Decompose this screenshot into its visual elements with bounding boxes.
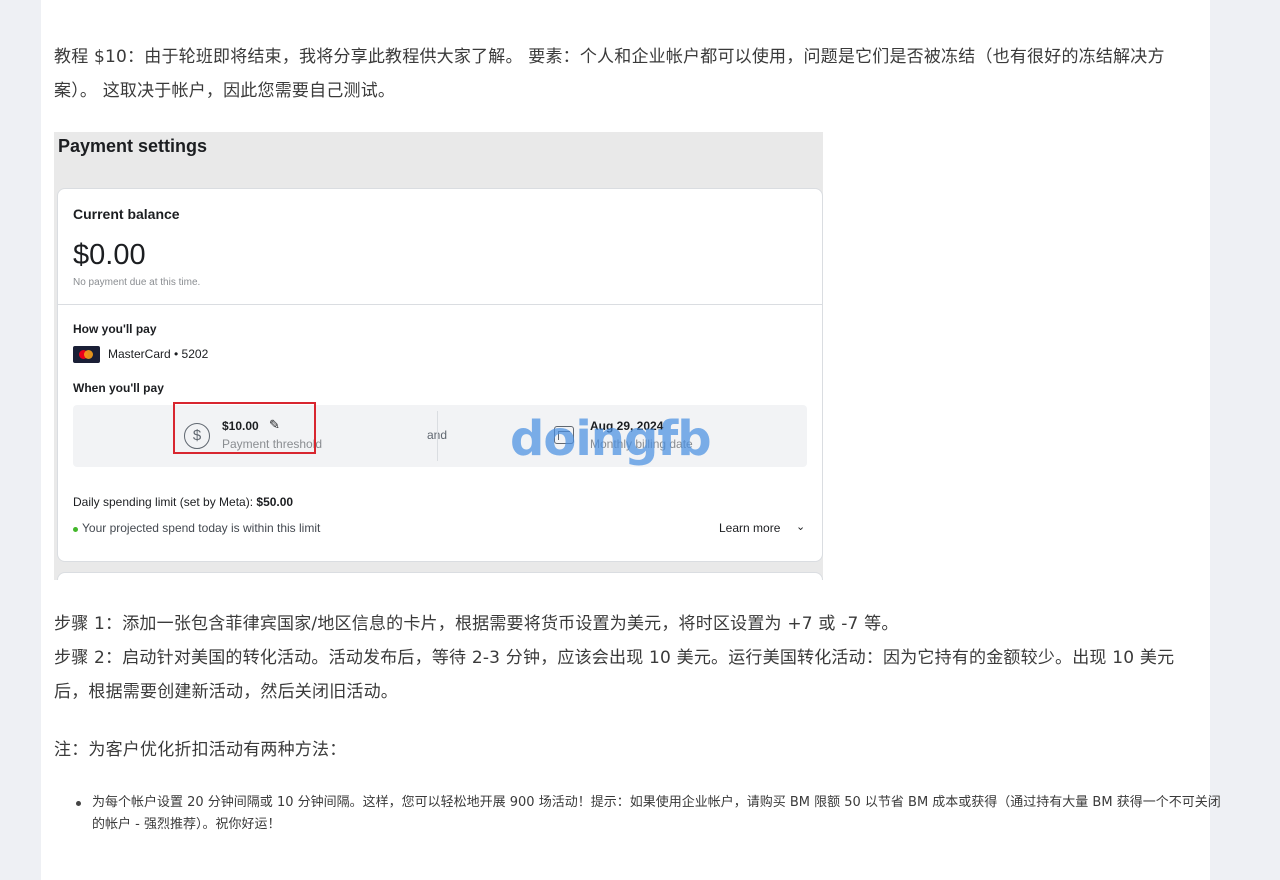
card-name: MasterCard • 5202	[108, 347, 209, 361]
daily-limit: Daily spending limit (set by Meta): $50.…	[73, 495, 293, 509]
step1-paragraph: 步骤 1：添加一张包含菲律宾国家/地区信息的卡片，根据需要将货币设置为美元，将时…	[54, 614, 899, 634]
intro-paragraph: 教程 $10：由于轮班即将结束，我将分享此教程供大家了解。 要素：个人和企业帐户…	[54, 47, 1165, 101]
payment-settings-screenshot: Payment settings Current balance $0.00 N…	[54, 132, 823, 580]
note-paragraph: 注：为客户优化折扣活动有两种方法：	[54, 740, 347, 760]
threshold-highlight-box	[173, 402, 316, 454]
page-title: Payment settings	[58, 136, 208, 156]
chevron-down-icon[interactable]: ⌄	[796, 520, 805, 533]
next-card-peek	[57, 572, 823, 580]
current-balance-label: Current balance	[73, 206, 180, 222]
mastercard-icon	[73, 346, 100, 363]
tips-list: 为每个帐户设置 20 分钟间隔或 10 分钟间隔。这样，您可以轻松地开展 900…	[54, 792, 1232, 836]
projected-spend-text: Your projected spend today is within thi…	[82, 521, 321, 535]
watermark-logo: doingfb	[510, 411, 712, 467]
step2-paragraph: 步骤 2：启动针对美国的转化活动。活动发布后，等待 2-3 分钟，应该会出现 1…	[54, 648, 1175, 702]
tip-text: 为每个帐户设置 20 分钟间隔或 10 分钟间隔。这样，您可以轻松地开展 900…	[92, 795, 1221, 832]
list-item: 为每个帐户设置 20 分钟间隔或 10 分钟间隔。这样，您可以轻松地开展 900…	[76, 792, 1232, 836]
daily-limit-value: $50.00	[256, 495, 294, 509]
status-dot-icon	[73, 527, 78, 532]
how-pay-label: How you'll pay	[73, 322, 157, 336]
schedule-separator	[437, 411, 438, 461]
balance-value: $0.00	[73, 239, 146, 271]
when-pay-label: When you'll pay	[73, 381, 164, 395]
balance-note: No payment due at this time.	[73, 277, 201, 288]
learn-more-link[interactable]: Learn more	[719, 521, 780, 535]
balance-card: Current balance $0.00 No payment due at …	[57, 188, 823, 562]
bullet-icon	[76, 801, 81, 806]
daily-limit-prefix: Daily spending limit (set by Meta):	[73, 495, 257, 509]
card-divider	[58, 304, 822, 305]
